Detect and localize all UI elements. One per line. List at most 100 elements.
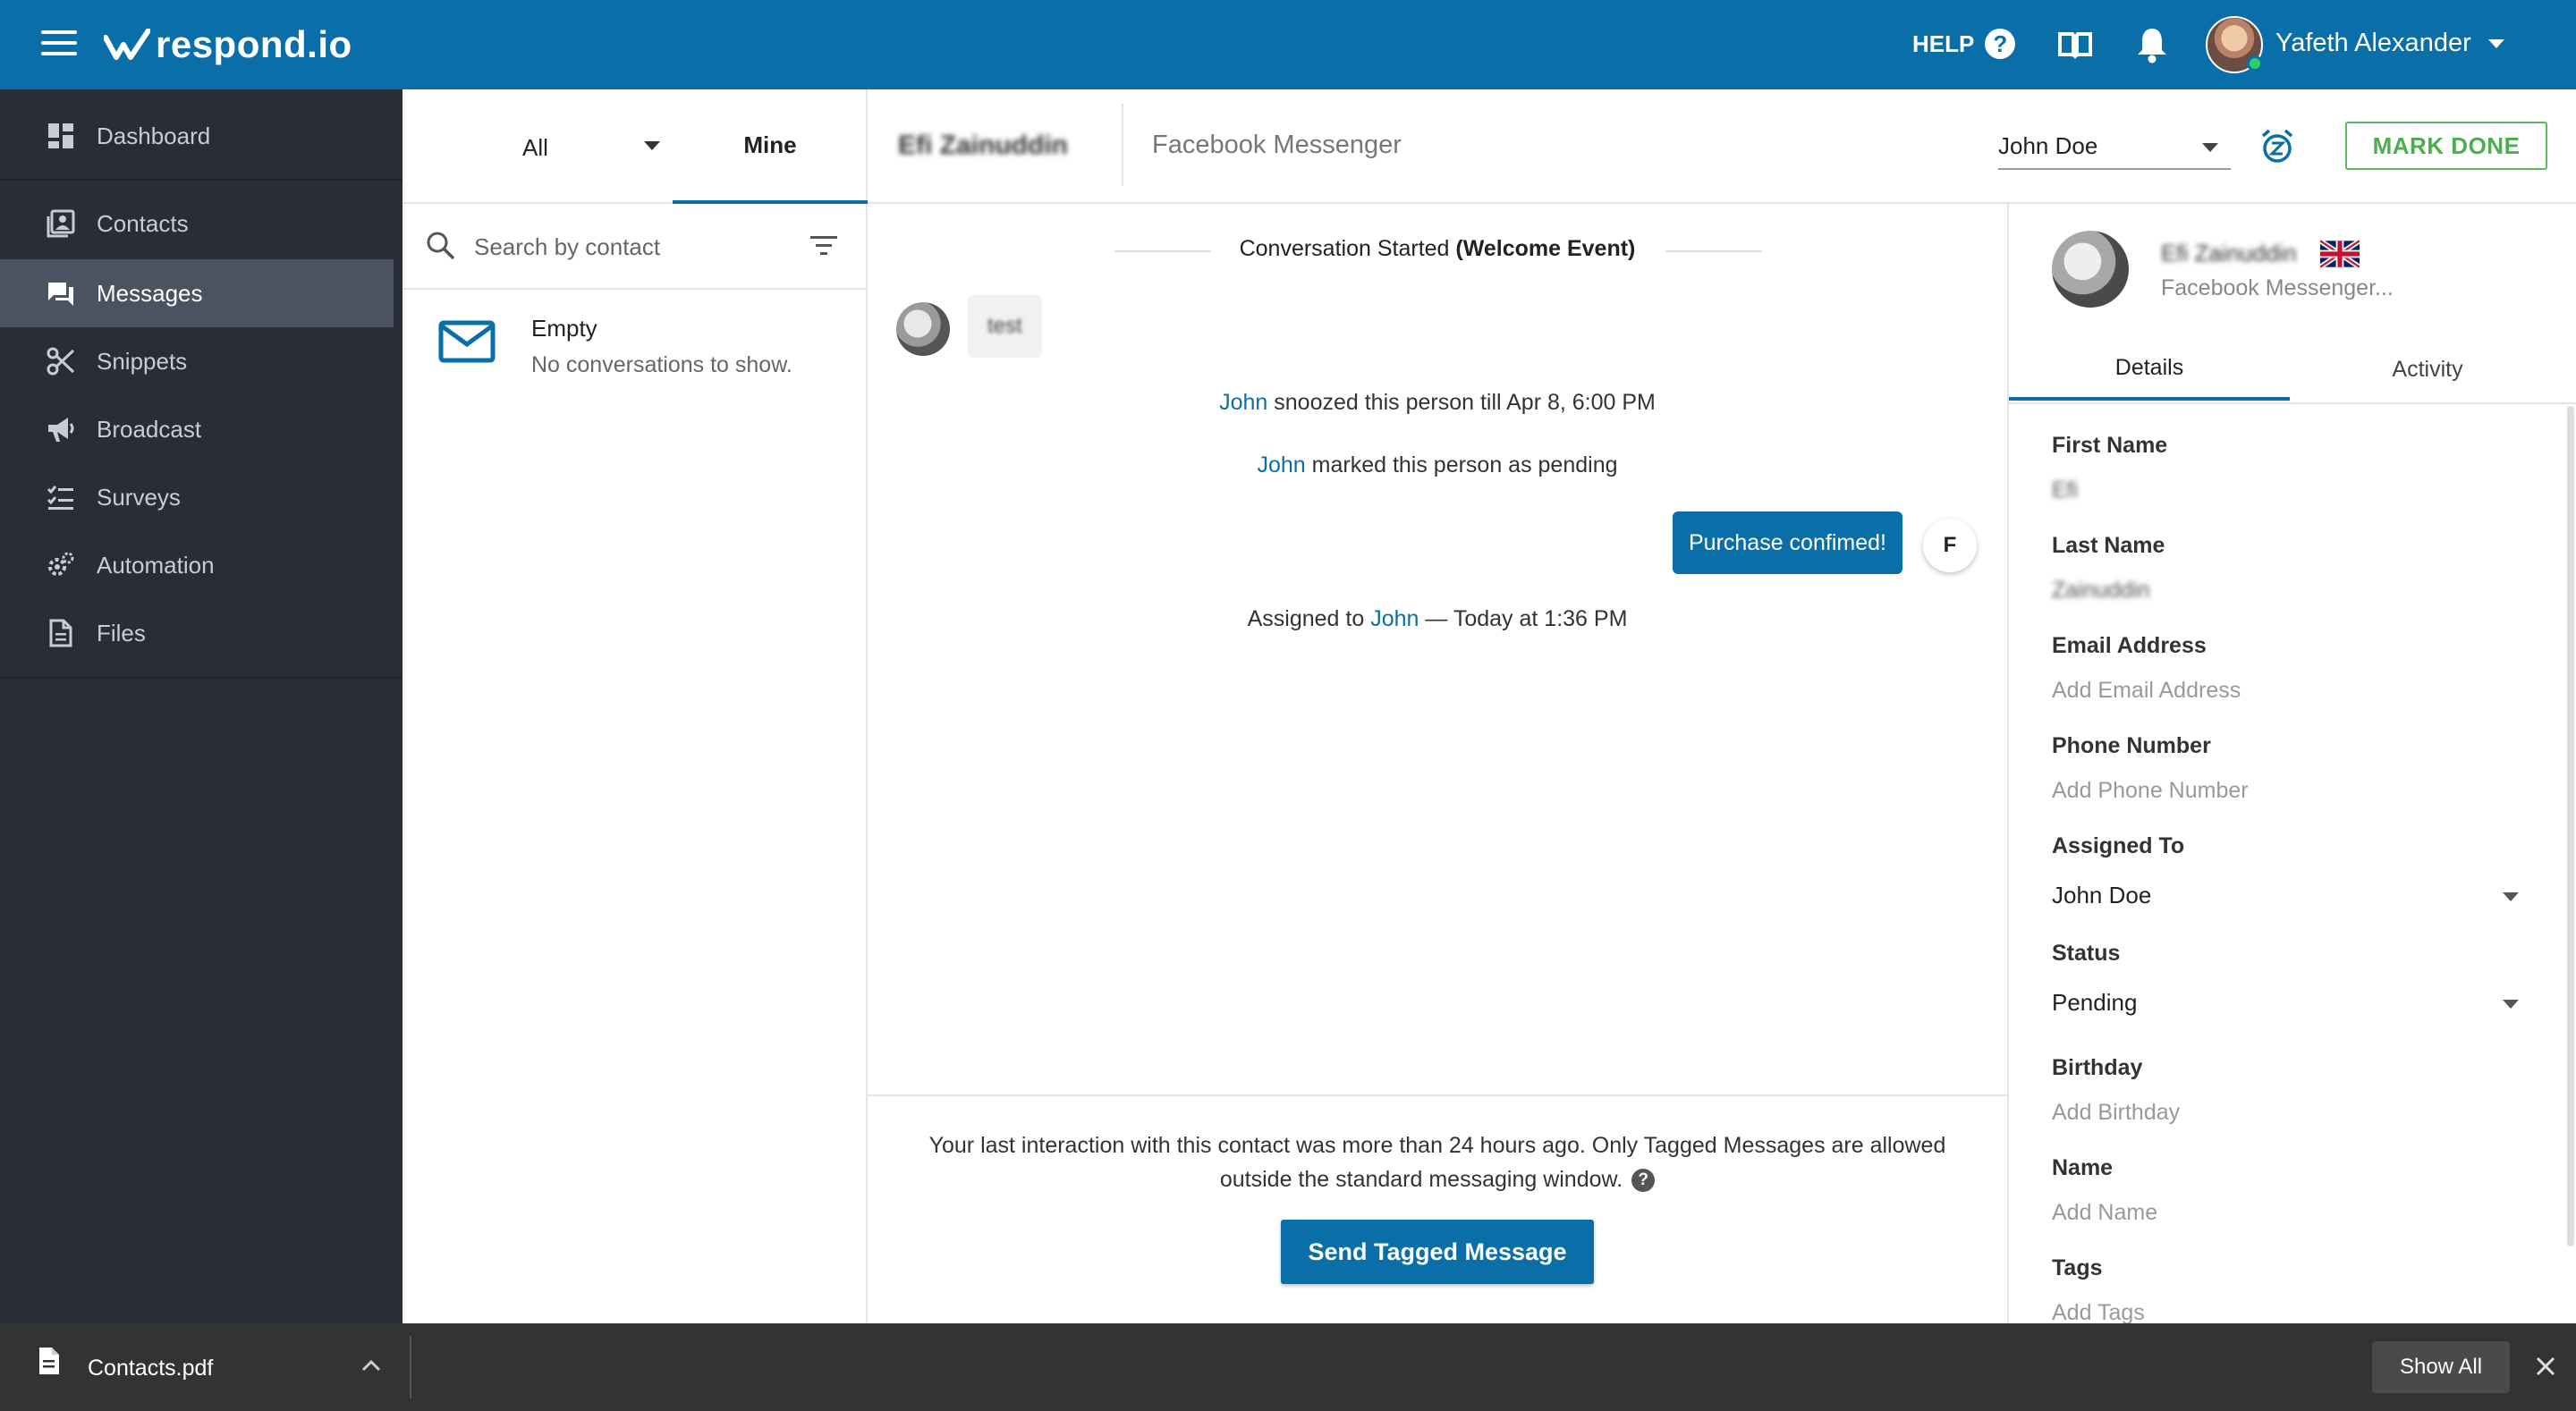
- sidebar-item-label: Broadcast: [97, 415, 202, 443]
- nav-divider: [0, 179, 402, 181]
- tab-activity[interactable]: Activity: [2290, 338, 2565, 401]
- sidebar-item-label: Files: [97, 619, 146, 646]
- sidebar-item-surveys[interactable]: Surveys: [0, 463, 394, 531]
- filter-icon[interactable]: [809, 232, 839, 258]
- assigned-to-label: Assigned To: [2052, 833, 2185, 858]
- sidebar-item-snippets[interactable]: Snippets: [0, 327, 394, 395]
- sidebar-item-label: Contacts: [97, 209, 189, 237]
- sidebar-item-contacts[interactable]: Contacts: [0, 190, 394, 258]
- name-field[interactable]: Add Name: [2052, 1200, 2157, 1226]
- outgoing-message[interactable]: Purchase confimed!: [1673, 511, 1902, 574]
- chevron-up-icon[interactable]: [361, 1359, 381, 1372]
- checklist-icon: [45, 481, 77, 513]
- birthday-label: Birthday: [2052, 1055, 2143, 1080]
- logo-check-icon: [104, 29, 150, 60]
- conversation-list-panel: All Mine Empty No conversations to show.: [402, 89, 868, 1323]
- sidebar-item-automation[interactable]: Automation: [0, 531, 394, 599]
- event-snoozed: John snoozed this person till Apr 8, 6:0…: [868, 390, 2007, 416]
- sidebar-item-label: Dashboard: [97, 122, 211, 149]
- contact-avatar: [2052, 231, 2129, 308]
- chat-footer: Your last interaction with this contact …: [868, 1094, 2007, 1323]
- help-circle-icon: ?: [1985, 29, 2016, 59]
- event-pending: John marked this person as pending: [868, 452, 2007, 478]
- phone-label: Phone Number: [2052, 733, 2211, 758]
- sidebar-item-label: Automation: [97, 551, 215, 579]
- conversation-started-note: Conversation Started (Welcome Event): [868, 236, 2007, 262]
- help-button[interactable]: HELP ?: [1912, 29, 2016, 59]
- assigned-to-select[interactable]: John Doe: [2052, 878, 2526, 914]
- empty-state: Empty No conversations to show.: [402, 291, 868, 399]
- sidebar: Dashboard Contacts Messages Snippets Bro…: [0, 89, 402, 1323]
- assignee-select[interactable]: John Doe: [1998, 125, 2231, 170]
- tab-details[interactable]: Details: [2009, 338, 2290, 401]
- mark-done-button[interactable]: MARK DONE: [2345, 122, 2547, 170]
- contact-name[interactable]: Efi Zainuddin: [898, 131, 1068, 161]
- event-text: snoozed this person till Apr 8, 6:00 PM: [1267, 390, 1656, 415]
- question-icon[interactable]: ?: [1631, 1169, 1656, 1193]
- mail-icon: [438, 320, 496, 363]
- download-file-name[interactable]: Contacts.pdf: [88, 1356, 213, 1381]
- header-divider: [1122, 104, 1123, 186]
- dashboard-icon: [45, 120, 77, 152]
- first-name-label: First Name: [2052, 433, 2168, 458]
- messages-icon: [45, 277, 77, 309]
- logo[interactable]: respond.io: [104, 20, 352, 70]
- contact-details-panel: Efi Zainuddin Facebook Messenger... Deta…: [2007, 204, 2576, 1323]
- agent-link[interactable]: John: [1370, 606, 1419, 631]
- chevron-down-icon: [2503, 1000, 2519, 1009]
- hamburger-menu-icon[interactable]: [41, 30, 77, 59]
- tab-divider: [2009, 402, 2576, 404]
- user-avatar[interactable]: [2206, 16, 2263, 73]
- agent-avatar: F: [1923, 519, 1977, 572]
- notification-bell-icon[interactable]: [2134, 25, 2170, 64]
- help-label: HELP: [1912, 30, 1975, 57]
- details-scrollbar[interactable]: [2567, 406, 2574, 1246]
- uk-flag-icon: [2320, 240, 2360, 268]
- sidebar-item-messages[interactable]: Messages: [0, 259, 394, 327]
- contact-name: Efi Zainuddin: [2161, 240, 2297, 266]
- phone-field[interactable]: Add Phone Number: [2052, 778, 2249, 804]
- search-row: [402, 204, 868, 290]
- agent-link[interactable]: John: [1219, 390, 1267, 415]
- note-text: Your last interaction with this contact …: [928, 1133, 1946, 1192]
- contacts-icon: [45, 207, 77, 240]
- knowledge-book-icon[interactable]: [2055, 27, 2095, 63]
- user-menu-caret-icon[interactable]: [2488, 39, 2504, 48]
- show-all-button[interactable]: Show All: [2372, 1341, 2510, 1393]
- status-select[interactable]: Pending: [2052, 985, 2526, 1021]
- tab-all-caret-icon[interactable]: [644, 141, 660, 150]
- conversation-started-event: (Welcome Event): [1455, 236, 1636, 261]
- empty-subtitle: No conversations to show.: [531, 352, 792, 377]
- email-label: Email Address: [2052, 633, 2207, 658]
- download-divider: [410, 1336, 411, 1398]
- tab-all[interactable]: All: [522, 134, 548, 162]
- last-name-value[interactable]: Zainuddin: [2052, 578, 2150, 604]
- sidebar-item-dashboard[interactable]: Dashboard: [0, 102, 394, 170]
- assigned-to-value: John Doe: [2052, 882, 2152, 908]
- name-label: Name: [2052, 1155, 2114, 1180]
- chevron-down-icon: [2503, 892, 2519, 901]
- logo-text: respond.io: [156, 23, 352, 65]
- search-input[interactable]: [474, 227, 796, 266]
- agent-link[interactable]: John: [1257, 452, 1305, 477]
- sidebar-item-files[interactable]: Files: [0, 599, 394, 667]
- sidebar-item-label: Snippets: [97, 347, 188, 375]
- pdf-file-icon: [39, 1348, 59, 1374]
- tags-field[interactable]: Add Tags: [2052, 1300, 2145, 1323]
- contact-channel: Facebook Messenger...: [2161, 275, 2394, 300]
- event-text: — Today at 1:36 PM: [1419, 606, 1628, 631]
- email-field[interactable]: Add Email Address: [2052, 678, 2241, 704]
- send-tagged-message-button[interactable]: Send Tagged Message: [1281, 1220, 1594, 1284]
- close-icon[interactable]: [2535, 1356, 2556, 1377]
- megaphone-icon: [45, 413, 77, 445]
- incoming-message[interactable]: test: [968, 295, 1042, 358]
- user-name[interactable]: Yafeth Alexander: [2275, 29, 2471, 58]
- sidebar-item-label: Messages: [97, 279, 203, 307]
- online-status-dot: [2247, 55, 2263, 72]
- birthday-field[interactable]: Add Birthday: [2052, 1100, 2180, 1126]
- first-name-value[interactable]: Efi: [2052, 477, 2078, 503]
- snooze-alarm-icon[interactable]: [2259, 129, 2295, 165]
- sidebar-item-broadcast[interactable]: Broadcast: [0, 395, 394, 463]
- conversation-started-text: Conversation Started: [1239, 236, 1450, 261]
- tab-mine[interactable]: Mine: [673, 89, 868, 204]
